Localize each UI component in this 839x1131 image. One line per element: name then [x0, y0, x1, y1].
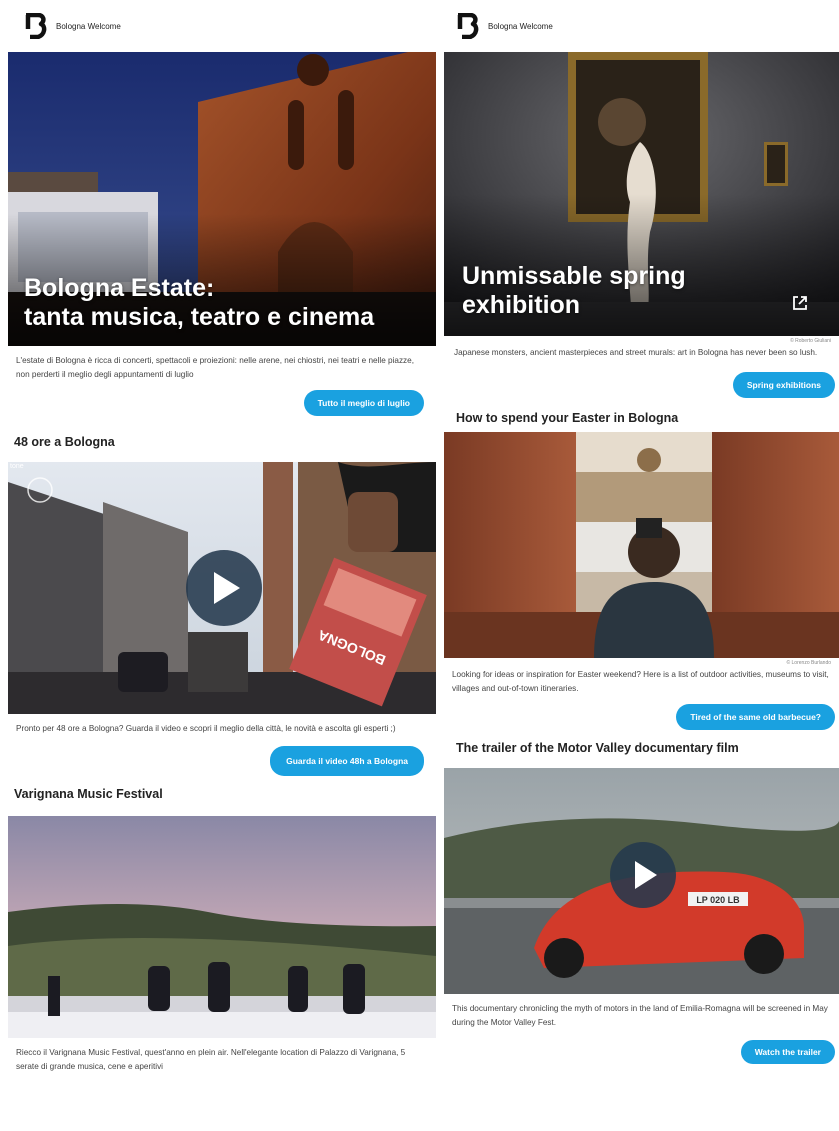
video-badge: tone [10, 463, 24, 470]
hero-title: Unmissable spring exhibition [462, 262, 686, 319]
right-newsletter: Bologna Welcome Unmissable spring exhibi… [444, 0, 839, 1131]
play-icon[interactable] [186, 550, 262, 626]
hero-banner[interactable]: Unmissable spring exhibition [444, 52, 839, 336]
hero-banner[interactable]: Bologna Estate: tanta musica, teatro e c… [8, 52, 436, 346]
hero-description: L'estate di Bologna è ricca di concerti,… [16, 356, 414, 379]
section-title-varignana: Varignana Music Festival [14, 787, 163, 801]
play-icon[interactable] [610, 842, 676, 908]
brand-header: Bologna Welcome [444, 0, 839, 52]
section-title-48-ore: 48 ore a Bologna [14, 435, 115, 449]
easter-description: Looking for ideas or inspiration for Eas… [452, 670, 829, 693]
hero-title: Bologna Estate: tanta musica, teatro e c… [24, 274, 375, 331]
photo-credit: © Roberto Giuliani [790, 338, 831, 344]
watch-trailer-button[interactable]: Watch the trailer [740, 1040, 835, 1064]
easter-image[interactable] [444, 432, 839, 658]
motor-valley-description: This documentary chronicling the myth of… [452, 1004, 828, 1027]
spring-exhibitions-button[interactable]: Spring exhibitions [732, 372, 835, 398]
varignana-description: Riecco il Varignana Music Festival, ques… [16, 1048, 406, 1071]
external-link-icon[interactable] [791, 294, 809, 312]
video-48-ore[interactable]: BOLOGNA tone [8, 462, 436, 714]
license-plate: LP 020 LB [696, 895, 740, 905]
photo-credit: © Lorenzo Burlando [786, 660, 831, 666]
motor-valley-video[interactable]: LP 020 LB [444, 768, 839, 994]
left-newsletter: Bologna Welcome Bologna Estate: tanta mu… [8, 0, 436, 1131]
brand-name: Bologna Welcome [56, 21, 121, 31]
bologna-logo-icon[interactable] [456, 13, 480, 39]
section-title-motor-valley: The trailer of the Motor Valley document… [456, 741, 739, 755]
festival-photo [8, 816, 436, 1038]
tutto-il-meglio-button[interactable]: Tutto il meglio di luglio [303, 390, 424, 416]
section-title-easter: How to spend your Easter in Bologna [456, 411, 679, 425]
guarda-video-button[interactable]: Guarda il video 48h a Bologna [270, 746, 424, 776]
hero-description: Japanese monsters, ancient masterpieces … [454, 348, 818, 357]
varignana-image[interactable] [8, 816, 436, 1038]
video-description: Pronto per 48 ore a Bologna? Guarda il v… [16, 724, 396, 733]
brand-name: Bologna Welcome [488, 21, 553, 31]
bologna-logo-icon[interactable] [24, 13, 48, 39]
barbecue-button[interactable]: Tired of the same old barbecue? [676, 704, 835, 730]
easter-photo [444, 432, 839, 658]
brand-header: Bologna Welcome [8, 0, 436, 52]
